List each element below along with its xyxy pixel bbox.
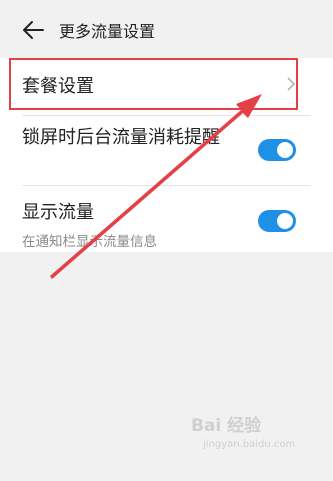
toggle-knob: [277, 142, 293, 158]
show-traffic-label: 显示流量: [22, 202, 94, 223]
show-traffic-sublabel: 在通知栏显示流量信息: [22, 234, 157, 250]
divider: [22, 115, 311, 116]
watermark-logo: Bai 经验: [191, 416, 262, 436]
lockscreen-alert-toggle[interactable]: [258, 139, 296, 161]
toggle-knob: [277, 213, 293, 229]
show-traffic-toggle[interactable]: [258, 210, 296, 232]
watermark-url: jingyan.baidu.com: [203, 439, 296, 450]
lockscreen-alert-label: 锁屏时后台流量消耗提醒: [22, 127, 220, 148]
arrow-left-icon[interactable]: [22, 20, 44, 40]
page-title: 更多流量设置: [59, 22, 156, 41]
highlight-box: [9, 58, 298, 110]
watermark: Bai 经验 jingyan.baidu.com: [191, 411, 321, 461]
header: 更多流量设置: [0, 0, 333, 58]
divider: [22, 185, 311, 186]
